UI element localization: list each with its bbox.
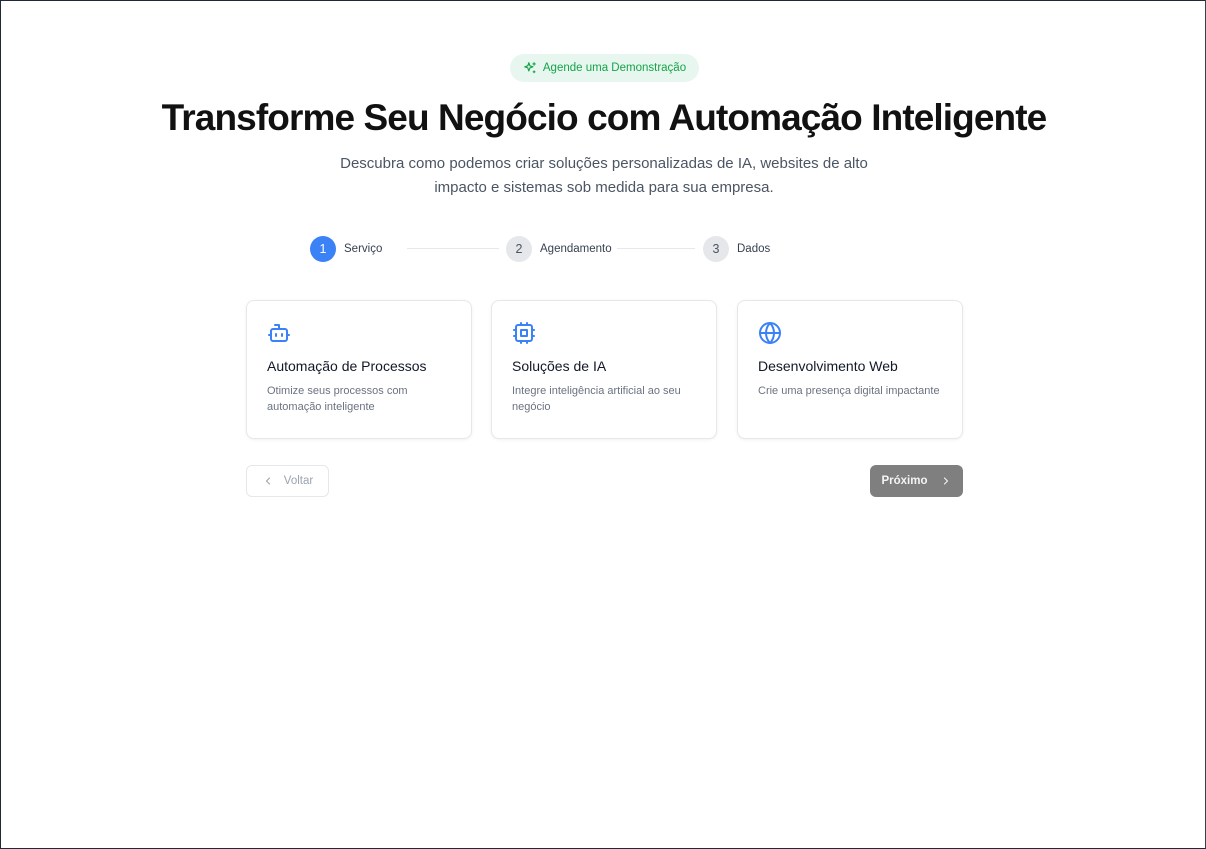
subtitle-line-2: impacto e sistemas sob medida para sua e…: [434, 179, 774, 196]
step-number: 2: [506, 236, 532, 262]
demo-badge: Agende uma Demonstração: [510, 54, 699, 82]
back-button-label: Voltar: [283, 475, 314, 487]
card-title: Soluções de IA: [512, 358, 607, 374]
sparkles-icon: [524, 62, 536, 74]
page-frame: Agende uma Demonstração Transforme Seu N…: [0, 0, 1206, 849]
step-label: Serviço: [344, 243, 383, 255]
chevron-right-icon: [943, 477, 948, 485]
service-card-automacao[interactable]: Automação de Processos Otimize seus proc…: [246, 300, 472, 439]
subtitle-line-1: Descubra como podemos criar soluções per…: [340, 155, 868, 172]
card-description: Integre inteligência artificial ao seu n…: [512, 385, 681, 413]
step-agendamento: 2 Agendamento: [506, 236, 612, 262]
service-cards: Automação de Processos Otimize seus proc…: [246, 300, 963, 439]
page-title: Transforme Seu Negócio com Automação Int…: [161, 97, 1048, 138]
step-connector: [617, 248, 695, 249]
badge-label: Agende uma Demonstração: [542, 62, 687, 74]
next-button[interactable]: Próximo: [870, 465, 963, 497]
step-connector: [407, 248, 499, 249]
bot-icon: [267, 321, 291, 345]
cpu-icon: [512, 321, 536, 345]
next-button-label: Próximo: [881, 475, 928, 487]
step-number: 1: [310, 236, 336, 262]
globe-icon: [758, 321, 782, 345]
step-servico: 1 Serviço: [310, 236, 382, 262]
page-subtitle: Descubra como podemos criar soluções per…: [1, 152, 1206, 200]
step-label: Dados: [737, 243, 771, 255]
card-title: Automação de Processos: [267, 358, 427, 374]
stepper: 1 Serviço 2 Agendamento 3 Dados: [1, 236, 1206, 262]
step-number: 3: [703, 236, 729, 262]
card-description: Crie uma presença digital impactante: [758, 385, 940, 397]
step-dados: 3 Dados: [703, 236, 770, 262]
chevron-left-icon: [265, 477, 270, 485]
card-description: Otimize seus processos com automação int…: [267, 385, 408, 413]
step-label: Agendamento: [540, 243, 612, 255]
service-card-web[interactable]: Desenvolvimento Web Crie uma presença di…: [737, 300, 963, 439]
back-button[interactable]: Voltar: [246, 465, 329, 497]
service-card-ia[interactable]: Soluções de IA Integre inteligência arti…: [491, 300, 717, 439]
card-title: Desenvolvimento Web: [758, 358, 898, 374]
